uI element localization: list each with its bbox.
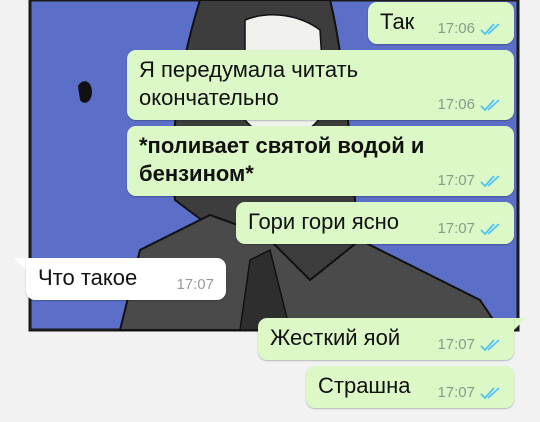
- message-text: Так: [380, 9, 415, 34]
- message-bubble-outgoing[interactable]: *поливает святой водой и бензином* 17:07: [127, 126, 514, 196]
- double-check-read-icon: [480, 23, 500, 36]
- message-time: 17:07: [176, 276, 214, 293]
- message-time: 17:06: [437, 96, 475, 113]
- message-time: 17:06: [437, 20, 475, 37]
- message-text: Гори гори ясно: [248, 209, 400, 234]
- message-bubble-incoming[interactable]: Что такое 17:07: [26, 258, 226, 300]
- double-check-read-icon: [480, 223, 500, 236]
- message-meta: 17:07: [437, 384, 502, 402]
- message-time: 17:07: [437, 172, 475, 189]
- message-meta: 17:07: [437, 220, 502, 238]
- message-meta: 17:06: [437, 20, 502, 38]
- message-time: 17:07: [437, 220, 475, 237]
- message-text: Я передумала читать окончательно: [139, 57, 359, 110]
- double-check-read-icon: [480, 387, 500, 400]
- message-text: Что такое: [38, 265, 138, 290]
- message-text: *поливает святой водой и бензином*: [139, 133, 425, 186]
- message-bubble-outgoing[interactable]: Жесткий яой 17:07: [258, 318, 514, 360]
- message-time: 17:07: [437, 384, 475, 401]
- double-check-read-icon: [480, 175, 500, 188]
- message-text: Жесткий яой: [270, 325, 401, 350]
- double-check-read-icon: [480, 339, 500, 352]
- message-meta: 17:07: [176, 276, 214, 294]
- bubble-tail-outgoing: [512, 318, 526, 332]
- message-bubble-outgoing[interactable]: Страшна 17:07: [306, 366, 514, 408]
- message-bubble-outgoing[interactable]: Я передумала читать окончательно 17:06: [127, 50, 514, 120]
- message-bubble-outgoing[interactable]: Гори гори ясно 17:07: [236, 202, 514, 244]
- message-meta: 17:06: [437, 96, 502, 114]
- message-time: 17:07: [437, 336, 475, 353]
- message-bubble-outgoing[interactable]: Так 17:06: [368, 2, 514, 44]
- message-text: Страшна: [318, 373, 411, 398]
- message-meta: 17:07: [437, 172, 502, 190]
- message-meta: 17:07: [437, 336, 502, 354]
- double-check-read-icon: [480, 99, 500, 112]
